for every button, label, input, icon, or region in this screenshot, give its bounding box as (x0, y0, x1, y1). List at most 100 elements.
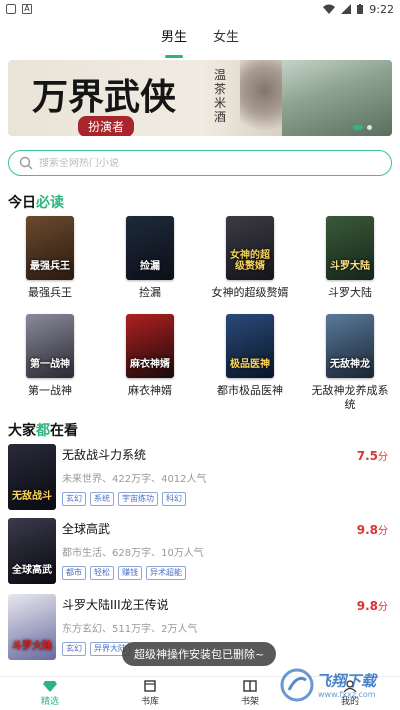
status-bar: A 9:22 (0, 0, 400, 18)
cover-text: 斗罗大陆 (12, 641, 52, 652)
book-tags: 玄幻 系统 宇宙练功 科幻 (62, 492, 186, 506)
watermark-url: www.fxxz.com (318, 690, 376, 699)
section-title-text: 大家 (8, 423, 36, 439)
tag[interactable]: 赚钱 (118, 566, 142, 580)
tag[interactable]: 系统 (90, 492, 114, 506)
book-cover: 最强兵王 (26, 216, 74, 280)
nav-label: 精选 (40, 697, 59, 707)
book-tags: 玄幻 异界大陆 (62, 642, 130, 656)
book-item[interactable]: 第一战神 第一战神 (0, 314, 100, 412)
book-title: 麻衣神婿 (128, 384, 172, 397)
banner-author: 温茶米酒 (214, 68, 227, 124)
book-meta: 未来世界、422万字、4012人气 (62, 474, 207, 485)
cover-text: 无敌神龙 (330, 359, 370, 370)
promo-banner[interactable]: 万界武侠 扮演者 温茶米酒 (8, 60, 392, 136)
section-title-accent: 必读 (36, 195, 64, 211)
search-bar[interactable] (8, 150, 392, 176)
search-icon (19, 156, 33, 170)
section-title-popular: 大家都在看 (8, 420, 78, 440)
cover-text: 捡漏 (140, 261, 160, 272)
watermark: 飞翔下载 www.fxxz.com (278, 662, 394, 708)
cover-text: 极品医神 (230, 359, 270, 370)
book-meta: 东方玄幻、511万字、2万人气 (62, 624, 198, 635)
nav-label: 书架 (240, 697, 259, 707)
tag[interactable]: 宇宙练功 (118, 492, 158, 506)
library-icon (144, 680, 156, 692)
book-score: 9.8分 (357, 598, 388, 613)
cover-text: 全球高武 (12, 565, 52, 576)
book-cover: 捡漏 (126, 216, 174, 280)
score-value: 9.8 (356, 599, 378, 613)
banner-pagination (353, 125, 372, 130)
tab-female[interactable]: 女生 (213, 22, 239, 52)
tag[interactable]: 科幻 (162, 492, 186, 506)
score-unit: 分 (378, 452, 388, 463)
book-title: 第一战神 (28, 384, 72, 397)
book-title: 斗罗大陆III龙王传说 (62, 598, 169, 612)
tag[interactable]: 玄幻 (62, 492, 86, 506)
app-notification-icon: A (22, 4, 32, 14)
toast-message: 超级神操作安装包已删除~ (122, 642, 277, 666)
cover-text: 最强兵王 (30, 261, 70, 272)
book-tags: 都市 轻松 赚钱 异术超能 (62, 566, 186, 580)
clock: 9:22 (369, 2, 394, 16)
book-cover: 全球高武 (8, 518, 56, 584)
wifi-icon (323, 4, 336, 14)
tag[interactable]: 轻松 (90, 566, 114, 580)
book-title: 女神的超级赘婿 (211, 286, 289, 299)
bookshelf-icon (243, 680, 257, 692)
section-title-accent: 都 (36, 423, 50, 439)
book-item[interactable]: 女神的超级赘婿 女神的超级赘婿 (200, 216, 300, 300)
book-cover: 女神的超级赘婿 (226, 216, 274, 280)
score-unit: 分 (378, 526, 388, 537)
book-meta: 都市生活、628万字、10万人气 (62, 548, 204, 559)
signal-icon (341, 4, 352, 14)
book-cover: 斗罗大陆 (326, 216, 374, 280)
book-item[interactable]: 最强兵王 最强兵王 (0, 216, 100, 300)
search-input[interactable] (39, 157, 339, 169)
score-unit: 分 (378, 602, 388, 613)
book-title: 斗罗大陆 (328, 286, 372, 299)
book-score: 7.5分 (357, 448, 388, 463)
cover-text: 无敌战斗 (12, 491, 52, 502)
tag[interactable]: 异术超能 (146, 566, 186, 580)
pagination-dot (367, 125, 372, 130)
book-title: 无敌战斗力系统 (62, 448, 147, 462)
banner-subtitle: 扮演者 (78, 116, 135, 136)
book-cover: 斗罗大陆 (8, 594, 56, 660)
cover-text: 斗罗大陆 (330, 261, 370, 272)
nav-item-library[interactable]: 书库 (100, 677, 200, 710)
list-item[interactable]: 无敌战斗 无敌战斗力系统 7.5分 未来世界、422万字、4012人气 玄幻 系… (8, 444, 392, 514)
book-title: 捡漏 (139, 286, 161, 299)
book-title: 都市极品医神 (217, 384, 283, 397)
tag[interactable]: 玄幻 (62, 642, 86, 656)
watermark-text: 飞翔下载 (316, 672, 377, 690)
cover-text: 麻衣神婿 (130, 359, 170, 370)
score-value: 9.8 (356, 523, 378, 537)
notification-icon (6, 4, 16, 14)
book-item[interactable]: 捡漏 捡漏 (100, 216, 200, 300)
book-item[interactable]: 斗罗大陆 斗罗大陆 (300, 216, 400, 300)
book-cover: 无敌战斗 (8, 444, 56, 510)
nav-item-featured[interactable]: 精选 (0, 677, 100, 710)
pagination-dot-active (353, 125, 363, 130)
section-title-today: 今日必读 (8, 192, 64, 212)
book-item[interactable]: 无敌神龙 无敌神龙养成系统 (300, 314, 400, 412)
banner-scenery-art (282, 60, 392, 136)
tab-male[interactable]: 男生 (161, 22, 187, 52)
book-title: 无敌神龙养成系统 (311, 384, 389, 411)
book-score: 9.8分 (357, 522, 388, 537)
book-item[interactable]: 麻衣神婿 麻衣神婿 (100, 314, 200, 412)
book-cover: 极品医神 (226, 314, 274, 378)
book-cover: 第一战神 (26, 314, 74, 378)
score-value: 7.5 (356, 449, 378, 463)
book-item[interactable]: 极品医神 都市极品医神 (200, 314, 300, 412)
book-cover: 麻衣神婿 (126, 314, 174, 378)
book-title: 最强兵王 (28, 286, 72, 299)
diamond-icon (43, 681, 57, 692)
banner-title: 万界武侠 (32, 76, 177, 118)
list-item[interactable]: 全球高武 全球高武 9.8分 都市生活、628万字、10万人气 都市 轻松 赚钱… (8, 518, 392, 588)
tag[interactable]: 都市 (62, 566, 86, 580)
nav-label: 书库 (140, 697, 159, 707)
gender-tabs: 男生 女生 (0, 22, 400, 52)
